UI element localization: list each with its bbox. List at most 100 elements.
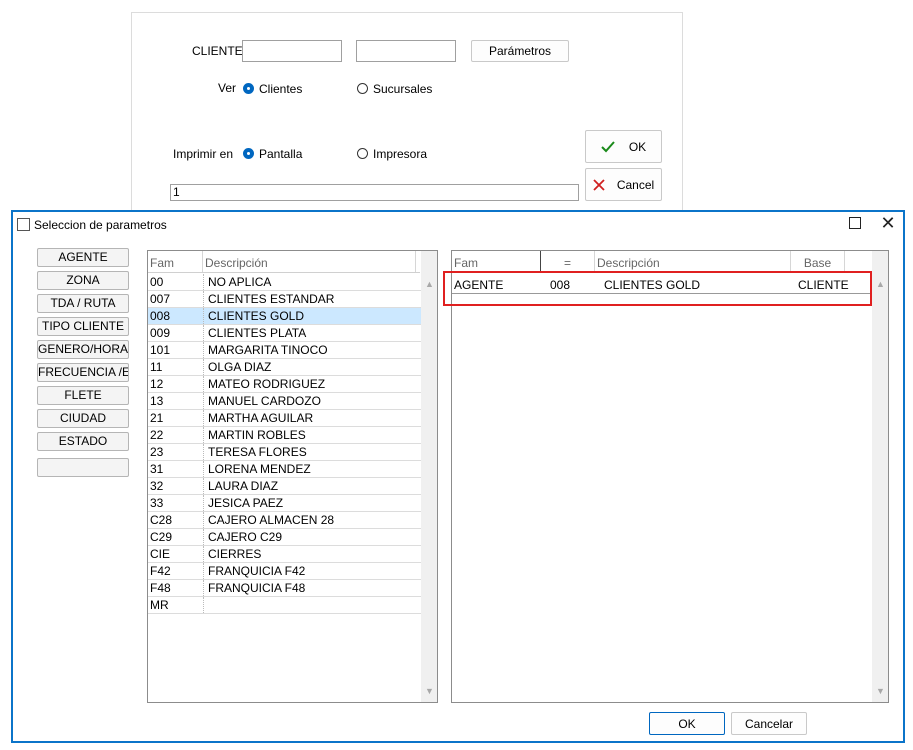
ver-clientes-radio[interactable]: [243, 83, 254, 94]
dialog-ok-button[interactable]: OK: [649, 712, 725, 735]
dialog-cancel-button[interactable]: Cancelar: [731, 712, 807, 735]
pantalla-label: Pantalla: [259, 147, 303, 161]
table-row[interactable]: 12 MATEO RODRIGUEZ: [148, 376, 421, 393]
cancel-button[interactable]: Cancel: [585, 168, 662, 201]
cell-descripcion: FRANQUICIA F42: [208, 564, 306, 578]
table-row[interactable]: 11 OLGA DIAZ: [148, 359, 421, 376]
cell-fam: 22: [150, 428, 164, 442]
param-button-tda-ruta[interactable]: TDA / RUTA: [37, 294, 129, 313]
parametros-button[interactable]: Parámetros: [471, 40, 569, 62]
cell-descripcion: MARGARITA TINOCO: [208, 343, 328, 357]
cell-descripcion: MATEO RODRIGUEZ: [208, 377, 326, 391]
cell-fam: 33: [150, 496, 164, 510]
maximize-icon[interactable]: [849, 217, 861, 229]
dialog-title-checkbox[interactable]: [17, 218, 30, 231]
scroll-up-icon[interactable]: ▲: [876, 279, 885, 289]
param-button-tipo-cliente[interactable]: TIPO CLIENTE: [37, 317, 129, 336]
table-row[interactable]: 00 NO APLICA: [148, 274, 421, 291]
close-icon[interactable]: ✕: [878, 212, 898, 234]
table-row[interactable]: 13 MANUEL CARDOZO: [148, 393, 421, 410]
x-icon: [593, 178, 605, 191]
cell-descripcion: OLGA DIAZ: [208, 360, 272, 374]
cell-descripcion: CIERRES: [208, 547, 262, 561]
cell-descripcion: TERESA FLORES: [208, 445, 307, 459]
cell-fam: C28: [150, 513, 173, 527]
param-button-empty[interactable]: [37, 458, 129, 477]
selected-params-grid[interactable]: Fam = Descripción Base AGENTE 008 CLIENTES…: [451, 250, 889, 703]
cell-fam: 23: [150, 445, 164, 459]
table-row[interactable]: 23 TERESA FLORES: [148, 444, 421, 461]
table-row[interactable]: 101 MARGARITA TINOCO: [148, 342, 421, 359]
cell-descripcion: CAJERO ALMACEN 28: [208, 513, 335, 527]
copies-input[interactable]: 1: [170, 184, 579, 201]
cell-descripcion: FRANQUICIA F48: [208, 581, 306, 595]
ok-button[interactable]: OK: [585, 130, 662, 163]
cell-descripcion: CLIENTES PLATA: [208, 326, 307, 340]
header-fam[interactable]: Fam: [452, 251, 541, 272]
table-row[interactable]: CIE CIERRES: [148, 546, 421, 563]
cell-descripcion: JESICA PAEZ: [208, 496, 284, 510]
cell-descripcion: [208, 597, 418, 613]
table-row[interactable]: C28 CAJERO ALMACEN 28: [148, 512, 421, 529]
ver-sucursales-radio[interactable]: [357, 83, 368, 94]
cell-fam: F42: [150, 564, 171, 578]
table-row[interactable]: C29 CAJERO C29: [148, 529, 421, 546]
report-form: CLIENTE Parámetros Ver Clientes Sucursal…: [131, 12, 683, 222]
param-button-agente[interactable]: AGENTE: [37, 248, 129, 267]
header-descripcion[interactable]: Descripción: [595, 251, 791, 272]
header-base[interactable]: Base: [791, 251, 845, 272]
header-descripcion[interactable]: Descripción: [203, 251, 416, 272]
right-grid-header: Fam = Descripción Base: [452, 251, 872, 273]
ver-clientes-label: Clientes: [259, 82, 303, 96]
header-equals[interactable]: =: [541, 251, 595, 272]
checkmark-icon: [601, 140, 615, 152]
cell-fam: F48: [150, 581, 171, 595]
highlight-box: [443, 271, 872, 306]
cliente-to-input[interactable]: [356, 40, 456, 62]
cell-fam: 31: [150, 462, 164, 476]
cancel-label: Cancel: [616, 177, 655, 192]
scroll-down-icon[interactable]: ▼: [425, 686, 434, 696]
table-row[interactable]: 33 JESICA PAEZ: [148, 495, 421, 512]
param-button-frecuencia-edad[interactable]: FRECUENCIA /EDAD: [37, 363, 129, 382]
table-row[interactable]: 22 MARTIN ROBLES: [148, 427, 421, 444]
left-grid-scrollbar[interactable]: ▲ ▼: [421, 251, 437, 702]
param-button-genero-horario[interactable]: GENERO/HORARIO: [37, 340, 129, 359]
cell-fam: 32: [150, 479, 164, 493]
table-row[interactable]: MR: [148, 597, 421, 614]
cell-descripcion: LORENA MENDEZ: [208, 462, 311, 476]
cell-descripcion: MARTIN ROBLES: [208, 428, 306, 442]
cell-fam: 007: [150, 292, 171, 306]
param-button-estado[interactable]: ESTADO: [37, 432, 129, 451]
cell-descripcion: MARTHA AGUILAR: [208, 411, 314, 425]
pantalla-radio[interactable]: [243, 148, 254, 159]
scroll-up-icon[interactable]: ▲: [425, 279, 434, 289]
cell-fam: 00: [150, 275, 164, 289]
table-row[interactable]: 009 CLIENTES PLATA: [148, 325, 421, 342]
param-button-flete[interactable]: FLETE: [37, 386, 129, 405]
param-button-zona[interactable]: ZONA: [37, 271, 129, 290]
table-row[interactable]: 31 LORENA MENDEZ: [148, 461, 421, 478]
imprimir-label: Imprimir en: [173, 147, 234, 161]
scroll-down-icon[interactable]: ▼: [876, 686, 885, 696]
right-grid-scrollbar[interactable]: ▲ ▼: [872, 251, 888, 702]
table-row[interactable]: 32 LAURA DIAZ: [148, 478, 421, 495]
dialog-title: Seleccion de parametros: [34, 218, 167, 232]
param-button-ciudad[interactable]: CIUDAD: [37, 409, 129, 428]
cell-descripcion: MANUEL CARDOZO: [208, 394, 321, 408]
table-row[interactable]: 007 CLIENTES ESTANDAR: [148, 291, 421, 308]
table-row[interactable]: F48 FRANQUICIA F48: [148, 580, 421, 597]
header-fam[interactable]: Fam: [148, 251, 203, 272]
cliente-label: CLIENTE: [192, 44, 243, 58]
cliente-from-input[interactable]: [242, 40, 342, 62]
table-row[interactable]: 21 MARTHA AGUILAR: [148, 410, 421, 427]
cell-descripcion: LAURA DIAZ: [208, 479, 279, 493]
table-row[interactable]: F42 FRANQUICIA F42: [148, 563, 421, 580]
table-row[interactable]: 008 CLIENTES GOLD: [148, 308, 421, 325]
param-values-grid[interactable]: Fam Descripción 00 NO APLICA 007 CLIENTES E…: [147, 250, 438, 703]
ver-label: Ver: [218, 81, 237, 95]
cell-fam: C29: [150, 530, 173, 544]
cell-fam: 21: [150, 411, 164, 425]
impresora-radio[interactable]: [357, 148, 368, 159]
cell-descripcion: CAJERO C29: [208, 530, 283, 544]
